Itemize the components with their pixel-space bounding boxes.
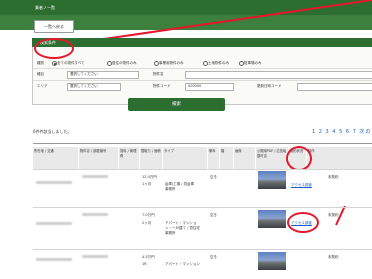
property-name-blurred [82,255,108,258]
col-image: 画像 [234,147,256,169]
row-layout: 1R [142,262,147,266]
category-label: 種目 [37,72,44,76]
row-divider [33,207,372,208]
update-code-input[interactable] [297,83,372,91]
update-code-label: 更新日時コード [257,84,282,88]
row-layout: 2ヶ月 [142,221,152,225]
property-photo[interactable] [258,210,286,228]
category-select-value: 選択してください [70,72,98,76]
col-property: 物件名 / 部屋番号 [79,147,119,169]
row-layout: 1ヶ月 [142,182,152,186]
property-name-blurred [82,175,108,178]
row-price: 12.0万円 [142,175,157,179]
col-layout: 間取り / 面積 [140,147,163,169]
location-text-blurred [36,181,72,184]
row-type: アパート・マンション・一戸建て / 貸住宅事務所 [165,221,200,235]
location-text-blurred [36,258,72,261]
row-type: アパート・マンション [165,262,200,266]
search-panel-header: 検索条件 [32,38,372,47]
row-status: 空き [210,213,217,217]
col-type: タイプ [163,147,208,169]
col-floor: 階 [220,147,234,169]
header-bar [0,0,372,15]
row-type: 倉庫/工場 / 貸倉庫事務所 [165,182,195,191]
radio-parking-label: 駐車場のみ [244,61,262,65]
row-status: 空き [210,255,217,259]
location-text-blurred [36,222,72,225]
area-select-value: 選択してください [70,84,98,88]
radio-all-label: 全ての物件すべて [57,61,85,65]
property-code-label: 物件コード [153,84,171,88]
annotation-circle-title [34,38,74,59]
row-price: 7.0万円 [142,213,155,217]
property-name-blurred [82,213,108,216]
row-action[interactable]: 未契約 [328,255,339,260]
row-status: 空き [210,175,217,179]
pagination[interactable]: 1 2 3 4 5 6 7 次の [312,128,371,135]
col-action: 操作 [307,147,372,169]
row-price: 4.5万円 [142,255,155,259]
results-divider [33,143,372,144]
annotation-circle-link [287,212,319,233]
back-to-list-button[interactable]: 一覧へ戻る [34,20,74,33]
property-photo[interactable] [258,171,286,189]
col-pdf: 公開用PDF / 広告転載可否 [256,147,289,169]
row-divider [33,249,372,250]
radio-land-label: 土地物件のみ [208,61,229,65]
annotation-circle-contract [286,146,312,171]
result-count: 6件件該当しました。 [33,129,72,134]
radio-business-label: 事業用物件のみ [159,61,184,65]
col-rent: 賃料 / 管理費 [119,147,140,169]
page-title: 業者ノー覧 [35,5,55,10]
col-location: 所在地 / 交通 [33,147,79,169]
type-label: 種別 [37,61,44,65]
area-label: エリア [37,84,48,88]
row-action[interactable]: 未契約 [328,175,339,180]
property-name-label: 物件名 [153,72,164,76]
row-action[interactable]: 未契約 [328,213,339,218]
access-link[interactable]: アクセス調査 [291,183,312,188]
search-button[interactable]: 検索 [128,98,225,111]
col-year: 築年 [208,147,220,169]
property-photo[interactable] [258,252,286,270]
property-name-input[interactable] [185,71,372,79]
radio-residential-label: 居住の物件のみ [112,61,137,65]
property-code-value: 000000 [188,84,202,88]
